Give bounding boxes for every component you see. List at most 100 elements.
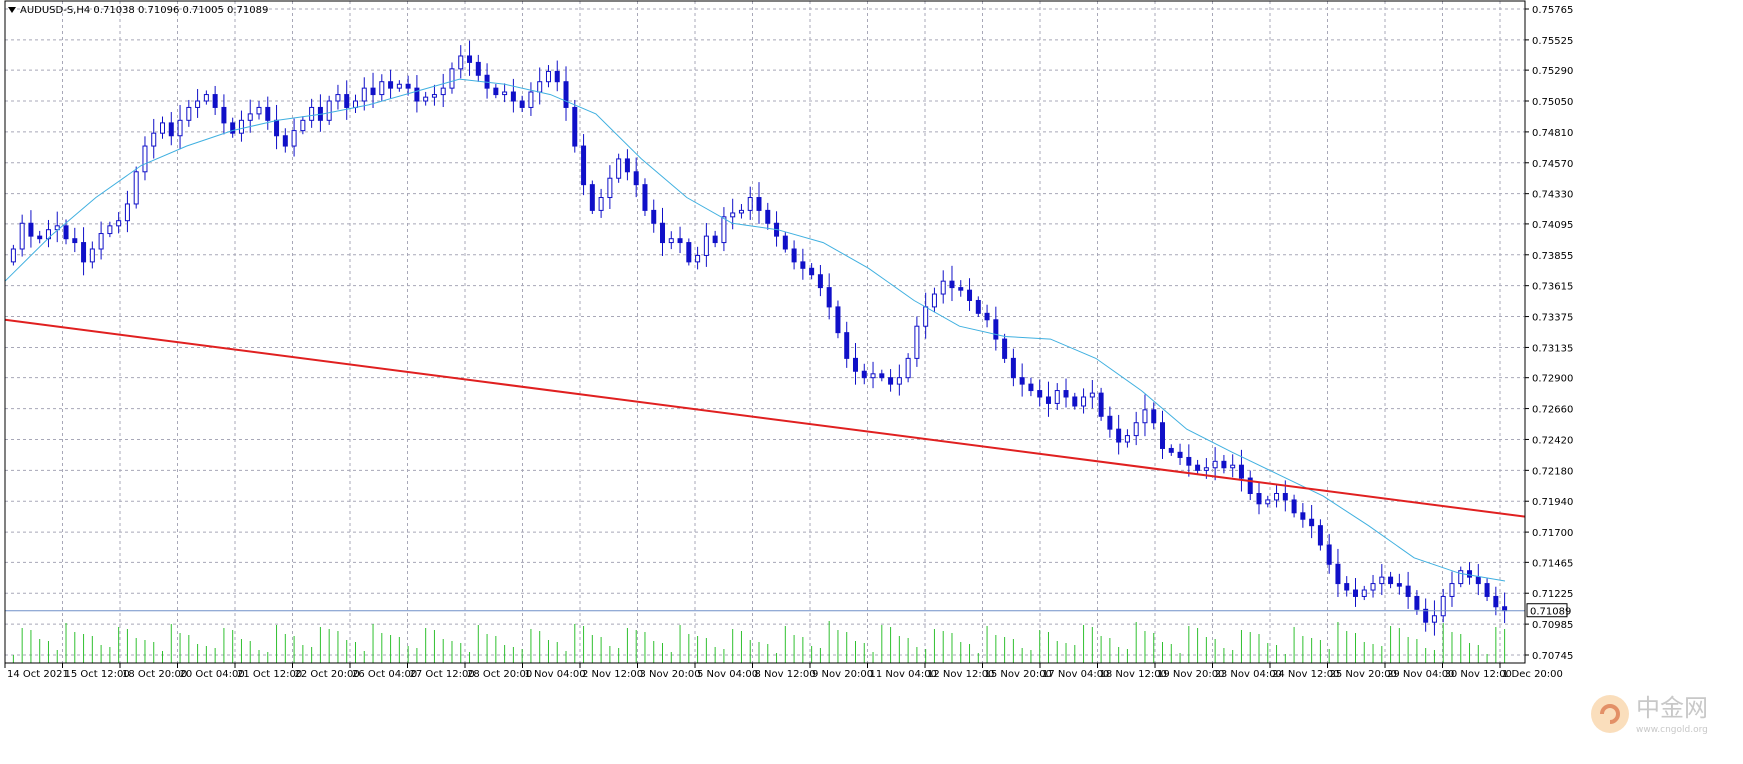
time-label: 26 Oct 04:00 xyxy=(352,669,417,680)
time-label: 21 Oct 12:00 xyxy=(237,669,302,680)
price-label: 0.72900 xyxy=(1532,374,1573,385)
candle-body xyxy=(686,242,692,263)
time-label: 8 Nov 12:00 xyxy=(755,669,816,680)
time-label: 3 Nov 20:00 xyxy=(640,669,701,680)
candle-body xyxy=(238,119,244,134)
cngold-watermark: 中金网 www.cngold.org xyxy=(1591,694,1708,735)
candle-body xyxy=(1107,415,1113,430)
candle-body xyxy=(703,235,709,256)
candle-body xyxy=(1265,499,1271,505)
candle-body xyxy=(160,122,166,134)
watermark-url: www.cngold.org xyxy=(1636,725,1708,735)
chart-frame xyxy=(4,0,1526,664)
candle-body xyxy=(1160,422,1166,449)
price-label: 0.74570 xyxy=(1532,159,1573,170)
chart-grid xyxy=(5,1,1525,663)
chart-window[interactable]: 0.75765 0.75525 0.75290 0.75050 0.74810 0.745… xyxy=(0,0,1743,764)
candle-body xyxy=(291,130,297,147)
candle-body xyxy=(1361,589,1367,597)
candle-body xyxy=(379,81,385,96)
candle-body xyxy=(1028,383,1034,392)
time-label: 2 Nov 12:00 xyxy=(582,669,643,680)
candle-body xyxy=(800,261,806,269)
price-label: 0.75765 xyxy=(1532,5,1573,16)
candle-body xyxy=(212,94,218,108)
candle-body xyxy=(1493,595,1499,608)
candle-body xyxy=(958,287,964,291)
candle-body xyxy=(431,94,437,98)
candle-body xyxy=(247,113,253,121)
candle-body xyxy=(519,100,525,108)
candle-body xyxy=(1256,493,1262,505)
candle-body xyxy=(975,299,981,314)
candle-body xyxy=(616,158,622,179)
price-label: 0.75525 xyxy=(1532,36,1573,47)
time-axis: 14 Oct 202115 Oct 12:0018 Oct 20:0020 Oc… xyxy=(4,663,1563,680)
candle-body xyxy=(940,280,946,295)
candle-body xyxy=(1230,464,1236,469)
candle-body xyxy=(396,83,402,89)
price-axis: 0.75765 0.75525 0.75290 0.75050 0.74810 0.745… xyxy=(1525,5,1573,662)
candle-body xyxy=(89,248,95,263)
candle-body xyxy=(1300,512,1306,520)
candle-body xyxy=(1142,409,1148,424)
candle-body xyxy=(510,91,516,102)
candle-body xyxy=(195,100,201,108)
time-label: 28 Oct 20:00 xyxy=(467,669,532,680)
collapse-triangle-icon[interactable] xyxy=(8,7,16,13)
candle-body xyxy=(37,235,43,240)
candle-body xyxy=(1072,396,1078,407)
candle-body xyxy=(186,106,192,121)
candle-body xyxy=(589,184,595,211)
candle-body xyxy=(344,94,350,108)
price-label: 0.75050 xyxy=(1532,97,1573,108)
price-label: 0.70745 xyxy=(1532,651,1573,662)
candle-body xyxy=(1177,451,1183,458)
candle-body xyxy=(1370,583,1376,591)
candle-body xyxy=(107,225,113,235)
price-label: 0.73855 xyxy=(1532,251,1573,262)
candle-body xyxy=(817,274,823,289)
candle-body xyxy=(414,87,420,102)
candle-body xyxy=(563,81,569,108)
candle-body xyxy=(493,87,499,96)
candle-body xyxy=(300,119,306,132)
candle-body xyxy=(63,225,69,240)
candle-body xyxy=(1195,464,1201,471)
candle-body xyxy=(1238,464,1244,479)
candle-body xyxy=(309,106,315,121)
price-label: 0.71700 xyxy=(1532,528,1573,539)
candle-body xyxy=(651,209,657,224)
candle-body xyxy=(1475,576,1481,585)
volume-bars xyxy=(12,621,1506,663)
candle-body xyxy=(888,377,894,385)
candle-body xyxy=(230,122,236,134)
candle-body xyxy=(914,325,920,359)
candle-body xyxy=(835,306,841,334)
candle-body xyxy=(1326,544,1332,565)
candle-body xyxy=(905,357,911,379)
candle-body xyxy=(98,233,104,250)
candle-body xyxy=(1151,409,1157,424)
price-chart[interactable]: 0.75765 0.75525 0.75290 0.75050 0.74810 0.745… xyxy=(0,0,1743,764)
candle-body xyxy=(931,293,937,308)
candle-body xyxy=(765,209,771,224)
trend-line xyxy=(4,318,1526,518)
candle-body xyxy=(1440,595,1446,617)
candle-body xyxy=(335,94,341,102)
candle-body xyxy=(256,106,262,115)
candle-body xyxy=(388,81,394,89)
candle-body xyxy=(642,184,648,211)
candle-body xyxy=(168,122,174,137)
candle-body xyxy=(1081,396,1087,407)
candle-body xyxy=(326,100,332,121)
price-label: 0.73375 xyxy=(1532,313,1573,324)
time-label: 20 Oct 04:00 xyxy=(180,669,245,680)
symbol-header: AUDUSD-S,H4 0.71038 0.71096 0.71005 0.71… xyxy=(8,5,268,16)
candle-body xyxy=(598,197,604,211)
candle-body xyxy=(695,254,701,263)
candle-body xyxy=(282,135,288,147)
candle-body xyxy=(1274,493,1280,501)
candle-body xyxy=(730,212,736,218)
candle-body xyxy=(1089,392,1095,398)
